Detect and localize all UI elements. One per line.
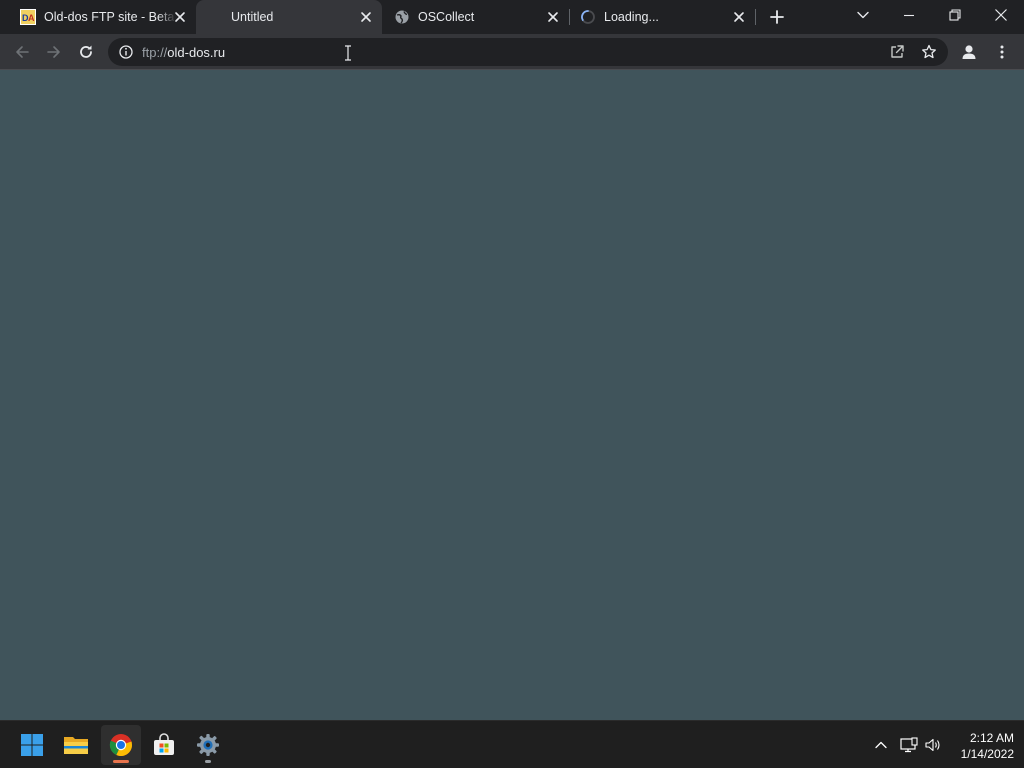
- chrome-button[interactable]: [101, 725, 141, 765]
- arrow-left-icon: [16, 46, 29, 58]
- new-tab-button[interactable]: [762, 2, 792, 32]
- settings-button[interactable]: [188, 725, 228, 765]
- running-app-indicator: [205, 760, 211, 763]
- close-icon[interactable]: [172, 9, 188, 25]
- reload-button[interactable]: [72, 38, 100, 66]
- chevron-up-icon: [875, 741, 887, 749]
- avatar-icon: [962, 45, 976, 59]
- network-icon: [900, 737, 918, 753]
- arrow-right-icon: [47, 46, 60, 58]
- old-dos-logo-icon: D A: [20, 9, 36, 25]
- start-button[interactable]: [12, 725, 52, 765]
- reload-icon: [80, 45, 92, 58]
- close-icon[interactable]: [545, 9, 561, 25]
- microsoft-store-icon: [154, 733, 174, 755]
- url-text[interactable]: ftp://old-dos.ru: [142, 45, 225, 60]
- tab-strip: D A Old-dos FTP site - Beta Untitled OSC…: [0, 0, 1024, 34]
- page-content: [0, 70, 1024, 720]
- tab-old-dos[interactable]: D A Old-dos FTP site - Beta: [8, 0, 194, 34]
- menu-button[interactable]: [988, 38, 1016, 66]
- forward-button[interactable]: [40, 38, 68, 66]
- bookmark-star-icon[interactable]: [921, 44, 937, 60]
- clock-date: 1/14/2022: [960, 747, 1014, 761]
- network-button[interactable]: [899, 735, 919, 755]
- url-host: old-dos.ru: [167, 45, 226, 60]
- close-window-button[interactable]: [978, 0, 1024, 30]
- tab-oscollect[interactable]: OSCollect: [384, 0, 570, 34]
- taskbar: 2:12 AM 1/14/2022: [0, 720, 1024, 768]
- url-scheme: ftp://: [142, 45, 168, 60]
- info-icon[interactable]: [118, 44, 134, 60]
- microsoft-store-button[interactable]: [144, 725, 184, 765]
- close-icon: [995, 9, 1007, 21]
- globe-icon: [395, 10, 409, 24]
- tab-search-button[interactable]: [840, 0, 886, 30]
- chevron-down-icon: [857, 11, 869, 19]
- close-icon[interactable]: [731, 9, 747, 25]
- settings-icon: [197, 734, 219, 756]
- kebab-menu-icon: [1000, 45, 1004, 59]
- tab-separator: [569, 9, 570, 25]
- volume-button[interactable]: [923, 735, 943, 755]
- share-icon[interactable]: [889, 44, 905, 60]
- tab-loading[interactable]: Loading...: [572, 0, 756, 34]
- minimize-icon: [904, 14, 914, 17]
- restore-icon: [949, 9, 961, 21]
- tab-untitled[interactable]: Untitled: [196, 0, 382, 34]
- show-hidden-icons-button[interactable]: [871, 735, 891, 755]
- minimize-button[interactable]: [886, 0, 932, 30]
- start-icon: [21, 734, 43, 756]
- plus-icon: [770, 10, 784, 24]
- svg-text:A: A: [28, 13, 35, 23]
- volume-icon: [925, 738, 940, 752]
- active-app-indicator: [113, 760, 129, 763]
- tab-title: Untitled: [231, 10, 274, 24]
- back-button[interactable]: [8, 38, 36, 66]
- tab-title: OSCollect: [418, 10, 475, 24]
- clock-time: 2:12 AM: [969, 731, 1014, 745]
- close-icon[interactable]: [358, 9, 374, 25]
- chrome-icon: [109, 734, 132, 757]
- tab-separator: [755, 9, 756, 25]
- address-bar[interactable]: ftp://old-dos.ru: [108, 38, 948, 66]
- restore-button[interactable]: [932, 0, 978, 30]
- file-explorer-icon: [64, 737, 88, 754]
- tab-title: Old-dos FTP site - Beta: [44, 10, 174, 24]
- tab-title: Loading...: [604, 10, 659, 24]
- profile-button[interactable]: [955, 38, 983, 66]
- file-explorer-button[interactable]: [56, 725, 96, 765]
- loading-spinner-icon: [581, 10, 595, 24]
- browser-toolbar: ftp://old-dos.ru: [0, 34, 1024, 70]
- text-cursor-icon: [345, 45, 351, 61]
- taskbar-clock[interactable]: 2:12 AM 1/14/2022: [944, 730, 1014, 762]
